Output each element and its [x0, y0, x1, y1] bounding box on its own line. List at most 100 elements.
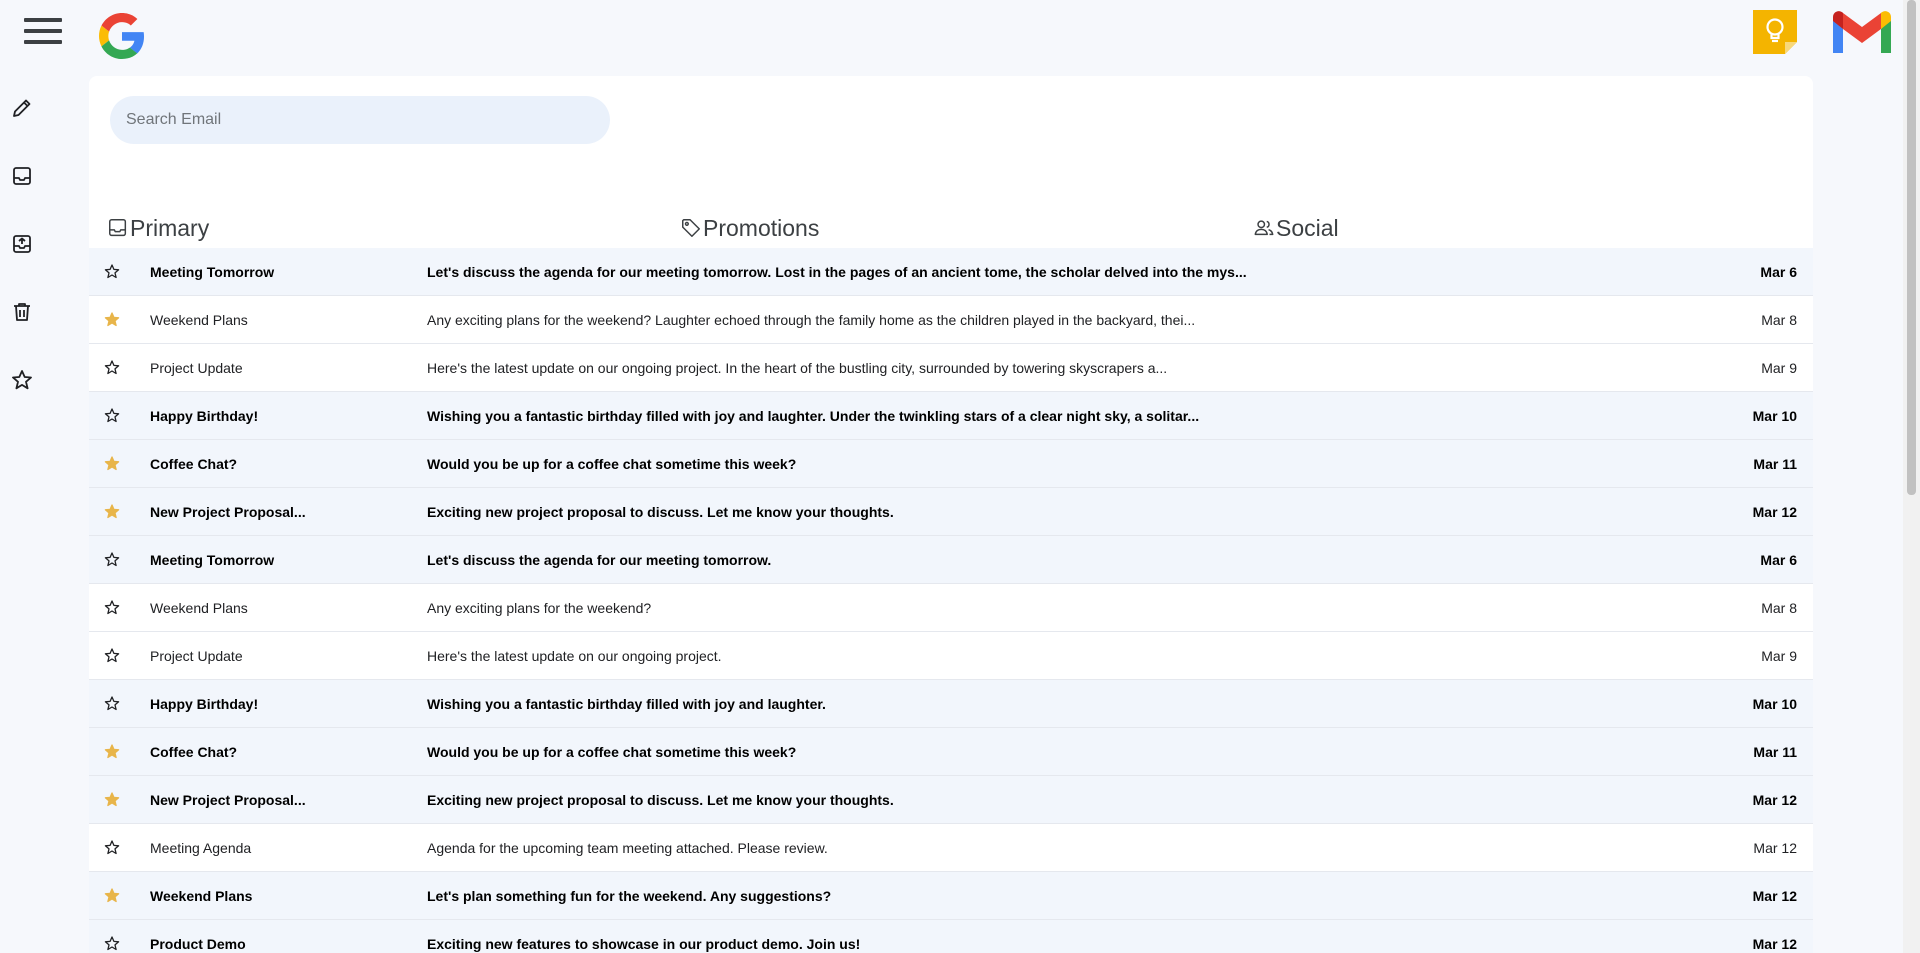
email-row[interactable]: Happy Birthday! Wishing you a fantastic b… — [89, 680, 1813, 728]
email-sender: Meeting Agenda — [150, 839, 252, 856]
star-outline-icon[interactable] — [104, 408, 120, 424]
email-date: Mar 9 — [1761, 647, 1797, 664]
tab-promotions[interactable]: Promotions — [680, 208, 819, 248]
email-sender: Coffee Chat? — [150, 743, 238, 760]
trash-icon[interactable] — [10, 300, 34, 324]
email-sender: Project Update — [150, 359, 243, 376]
email-sender: Coffee Chat? — [150, 455, 238, 472]
email-date: Mar 12 — [1752, 503, 1797, 520]
email-row[interactable]: Meeting Tomorrow Let's discuss the agenda… — [89, 536, 1813, 584]
star-filled-icon[interactable] — [104, 456, 120, 472]
email-sender: Weekend Plans — [150, 599, 248, 616]
email-date: Mar 8 — [1761, 599, 1797, 616]
email-row[interactable]: Meeting Agenda Agenda for the upcoming te… — [89, 824, 1813, 872]
star-icon[interactable] — [10, 368, 34, 392]
tab-social[interactable]: Social — [1253, 208, 1339, 248]
email-snippet: Any exciting plans for the weekend? Laug… — [427, 311, 1196, 328]
email-sender: Happy Birthday! — [150, 407, 259, 424]
email-sender: New Project Proposal... — [150, 503, 306, 520]
email-row[interactable]: New Project Proposal... Exciting new proj… — [89, 488, 1813, 536]
email-snippet: Let's discuss the agenda for our meeting… — [427, 551, 772, 568]
email-date: Mar 6 — [1760, 551, 1797, 568]
email-row[interactable]: Product Demo Exciting new features to sho… — [89, 920, 1813, 953]
email-date: Mar 12 — [1752, 791, 1797, 808]
email-date: Mar 9 — [1761, 359, 1797, 376]
star-filled-icon[interactable] — [104, 744, 120, 760]
gmail-icon[interactable] — [1829, 7, 1895, 57]
top-bar — [0, 0, 1900, 72]
email-row[interactable]: Coffee Chat? Would you be up for a coffee… — [89, 440, 1813, 488]
email-sender: Weekend Plans — [150, 887, 253, 904]
email-snippet: Let's plan something fun for the weekend… — [427, 887, 832, 904]
pencil-icon[interactable] — [10, 96, 34, 120]
email-row[interactable]: Meeting Tomorrow Let's discuss the agenda… — [89, 248, 1813, 296]
email-date: Mar 11 — [1753, 455, 1797, 472]
tab-label: Promotions — [703, 214, 820, 241]
email-snippet: Here's the latest update on our ongoing … — [427, 359, 1168, 376]
star-outline-icon[interactable] — [104, 360, 120, 376]
email-sender: Meeting Tomorrow — [150, 551, 275, 568]
email-sender: New Project Proposal... — [150, 791, 306, 808]
email-sender: Product Demo — [150, 935, 246, 952]
email-date: Mar 10 — [1752, 695, 1797, 712]
email-snippet: Would you be up for a coffee chat someti… — [427, 455, 797, 472]
email-snippet: Any exciting plans for the weekend? — [427, 599, 652, 616]
email-snippet: Would you be up for a coffee chat someti… — [427, 743, 797, 760]
email-date: Mar 12 — [1752, 935, 1797, 952]
keep-icon[interactable] — [1751, 8, 1799, 56]
email-snippet: Exciting new project proposal to discuss… — [427, 791, 894, 808]
email-snippet: Exciting new features to showcase in our… — [427, 935, 861, 952]
inbox-icon — [109, 219, 127, 237]
email-snippet: Exciting new project proposal to discuss… — [427, 503, 894, 520]
email-row[interactable]: Project Update Here's the latest update o… — [89, 344, 1813, 392]
google-logo[interactable] — [99, 13, 145, 59]
tab-primary[interactable]: Primary — [107, 208, 209, 248]
email-row[interactable]: Happy Birthday! Wishing you a fantastic b… — [89, 392, 1813, 440]
email-list: Meeting Tomorrow Let's discuss the agenda… — [89, 248, 1813, 953]
star-filled-icon[interactable] — [104, 312, 120, 328]
scrollbar-thumb[interactable] — [1907, 0, 1916, 495]
email-sender: Project Update — [150, 647, 243, 664]
search-input[interactable] — [110, 96, 610, 144]
star-filled-icon[interactable] — [104, 504, 120, 520]
tab-label: Primary — [130, 214, 210, 241]
people-icon — [1254, 220, 1274, 236]
scrollbar[interactable] — [1903, 0, 1920, 953]
email-row[interactable]: Weekend Plans Let's plan something fun fo… — [89, 872, 1813, 920]
star-outline-icon[interactable] — [104, 648, 120, 664]
email-row[interactable]: Coffee Chat? Would you be up for a coffee… — [89, 728, 1813, 776]
archive-icon[interactable] — [10, 232, 34, 256]
tag-icon — [682, 219, 700, 237]
star-filled-icon[interactable] — [104, 888, 120, 904]
email-snippet: Let's discuss the agenda for our meeting… — [427, 263, 1247, 280]
email-sender: Weekend Plans — [150, 311, 248, 328]
mail-panel: Primary Promotions Social Meeting Tomorr… — [89, 76, 1813, 953]
star-outline-icon[interactable] — [104, 264, 120, 280]
email-row[interactable]: New Project Proposal... Exciting new proj… — [89, 776, 1813, 824]
tab-label: Social — [1276, 214, 1339, 241]
email-date: Mar 12 — [1752, 887, 1797, 904]
email-sender: Happy Birthday! — [150, 695, 259, 712]
email-date: Mar 12 — [1753, 839, 1797, 856]
star-outline-icon[interactable] — [104, 840, 120, 856]
category-tabs: Primary Promotions Social — [89, 208, 1813, 249]
email-sender: Meeting Tomorrow — [150, 263, 275, 280]
menu-icon[interactable] — [24, 18, 62, 50]
email-snippet: Here's the latest update on our ongoing … — [427, 647, 722, 664]
email-snippet: Wishing you a fantastic birthday filled … — [427, 695, 826, 712]
email-date: Mar 10 — [1752, 407, 1797, 424]
star-outline-icon[interactable] — [104, 552, 120, 568]
star-outline-icon[interactable] — [104, 936, 120, 952]
email-snippet: Wishing you a fantastic birthday filled … — [427, 407, 1200, 424]
email-date: Mar 11 — [1753, 743, 1797, 760]
email-date: Mar 6 — [1760, 263, 1797, 280]
email-date: Mar 8 — [1761, 311, 1797, 328]
star-outline-icon[interactable] — [104, 600, 120, 616]
email-snippet: Agenda for the upcoming team meeting att… — [427, 839, 828, 856]
email-row[interactable]: Weekend Plans Any exciting plans for the … — [89, 584, 1813, 632]
inbox-icon[interactable] — [10, 164, 34, 188]
email-row[interactable]: Weekend Plans Any exciting plans for the … — [89, 296, 1813, 344]
star-outline-icon[interactable] — [104, 696, 120, 712]
star-filled-icon[interactable] — [104, 792, 120, 808]
email-row[interactable]: Project Update Here's the latest update o… — [89, 632, 1813, 680]
